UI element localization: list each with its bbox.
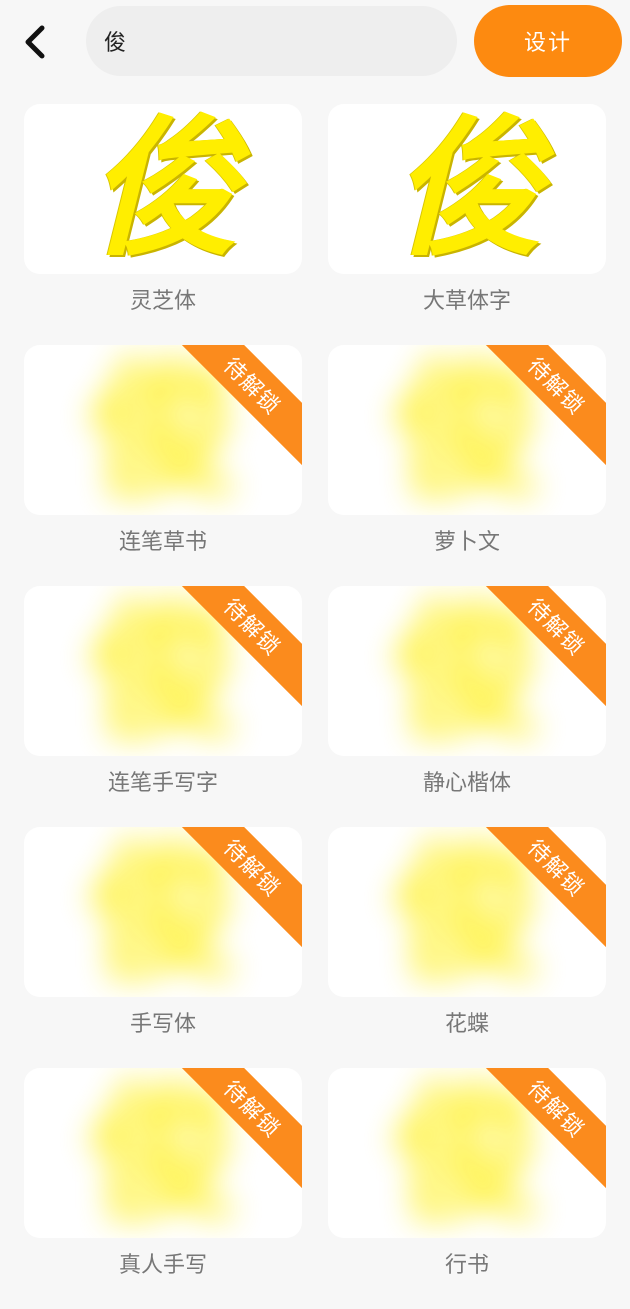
font-name: 花蝶: [444, 1012, 489, 1037]
font-item-6: 俊 待解锁 手写体: [24, 827, 302, 1068]
font-card-jingxin-kaiti[interactable]: 俊 待解锁: [328, 586, 606, 756]
font-card-luobo[interactable]: 俊 待解锁: [328, 345, 606, 515]
search-input[interactable]: [102, 27, 457, 55]
font-item-3: 俊 待解锁 萝卜文: [328, 345, 606, 586]
font-item-5: 俊 待解锁 静心楷体: [328, 586, 606, 827]
font-card-dacao[interactable]: 俊: [328, 104, 606, 274]
font-name: 连笔草书: [118, 530, 207, 555]
chevron-left-icon: [25, 25, 45, 59]
font-name: 手写体: [129, 1012, 196, 1037]
font-item-7: 俊 待解锁 花蝶: [328, 827, 606, 1068]
font-card-lianbi-caoshu[interactable]: 俊 待解锁: [24, 345, 302, 515]
top-bar: 设计: [0, 0, 630, 90]
font-card-lingzhi[interactable]: 俊: [24, 104, 302, 274]
font-item-4: 俊 待解锁 连笔手写字: [24, 586, 302, 827]
design-button[interactable]: 设计: [474, 5, 622, 77]
font-item-9: 俊 待解锁 行书: [328, 1068, 606, 1309]
font-card-xingshu[interactable]: 俊 待解锁: [328, 1068, 606, 1238]
font-item-8: 俊 待解锁 真人手写: [24, 1068, 302, 1309]
font-card-shouxie[interactable]: 俊 待解锁: [24, 827, 302, 997]
font-name: 真人手写: [118, 1253, 207, 1278]
font-item-2: 俊 待解锁 连笔草书: [24, 345, 302, 586]
font-item-1: 俊 大草体字: [328, 104, 606, 345]
font-preview: 俊: [87, 104, 238, 274]
font-name: 连笔手写字: [107, 771, 218, 796]
font-card-lianbi-shouxie[interactable]: 俊 待解锁: [24, 586, 302, 756]
font-preview: 俊: [391, 104, 542, 274]
back-button[interactable]: [18, 22, 54, 62]
font-name: 行书: [444, 1253, 489, 1278]
font-name: 静心楷体: [422, 771, 511, 796]
font-name: 萝卜文: [433, 530, 500, 555]
font-name: 灵芝体: [129, 289, 196, 314]
font-item-0: 俊 灵芝体: [24, 104, 302, 345]
font-grid: 俊 灵芝体 俊 大草体字 俊 待解锁 连笔草书 俊 待解锁 萝卜文 俊 待解锁 …: [24, 104, 606, 1309]
search-box[interactable]: [86, 6, 457, 76]
font-card-huadie[interactable]: 俊 待解锁: [328, 827, 606, 997]
font-name: 大草体字: [422, 289, 511, 314]
font-card-zhenren-shouxie[interactable]: 俊 待解锁: [24, 1068, 302, 1238]
